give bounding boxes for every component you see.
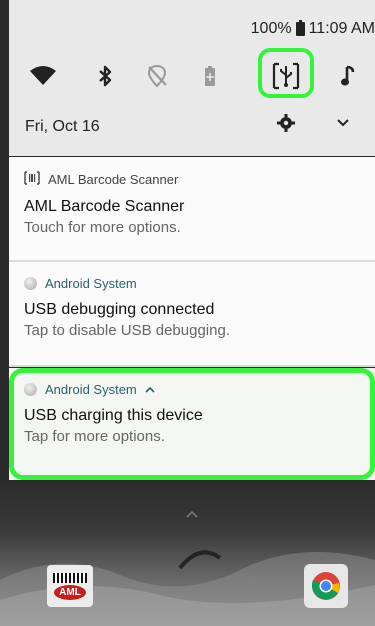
android-system-icon [24,277,37,290]
app-drawer-handle-icon[interactable] [185,506,199,524]
music-note-icon[interactable] [329,56,369,96]
notification-header: AML Barcode Scanner [24,171,361,188]
home-wallpaper: AML [0,480,375,626]
date-label: Fri, Oct 16 [25,118,100,135]
aml-badge: AML [54,584,86,600]
quick-settings-row [9,50,375,104]
location-off-icon[interactable] [137,56,177,96]
notification-title: USB charging this device [24,407,203,424]
android-system-icon [24,383,37,396]
gear-icon[interactable] [277,114,295,137]
notification-aml-scanner[interactable]: AML Barcode Scanner AML Barcode Scanner … [9,157,375,260]
notification-body: Tap to disable USB debugging. [24,322,230,339]
battery-percent: 100% [250,20,292,37]
barcode-graphic [53,572,87,583]
notification-body: Tap for more options. [24,428,165,445]
status-bar: 100% 11:09 AM [251,20,375,38]
notification-header: Android System [24,276,361,291]
notification-usb-debugging[interactable]: Android System USB debugging connected T… [9,262,375,365]
barcode-icon [24,171,40,188]
notification-body: Touch for more options. [24,219,181,236]
usb-tile-highlight [258,48,314,98]
chevron-up-icon[interactable] [145,382,155,397]
aml-app-icon[interactable]: AML [47,565,93,607]
quick-settings-panel: 100% 11:09 AM Fri, Oct 16 [9,0,375,156]
notification-app-name: Android System [45,276,137,291]
notification-app-name: AML Barcode Scanner [48,172,179,187]
clock: 11:09 AM [308,20,375,37]
chevron-down-icon[interactable] [336,115,350,134]
notification-usb-charging[interactable]: Android System USB charging this device … [9,368,375,480]
bluetooth-icon[interactable] [85,56,125,96]
notification-title: AML Barcode Scanner [24,198,185,215]
divider [9,365,375,367]
battery-icon [295,20,305,36]
chrome-app-icon[interactable] [304,564,348,608]
notification-title: USB debugging connected [24,301,215,318]
notification-app-name: Android System [45,382,137,397]
battery-saver-icon[interactable] [190,56,230,96]
wifi-icon[interactable] [23,56,63,96]
notification-header: Android System [24,382,361,397]
